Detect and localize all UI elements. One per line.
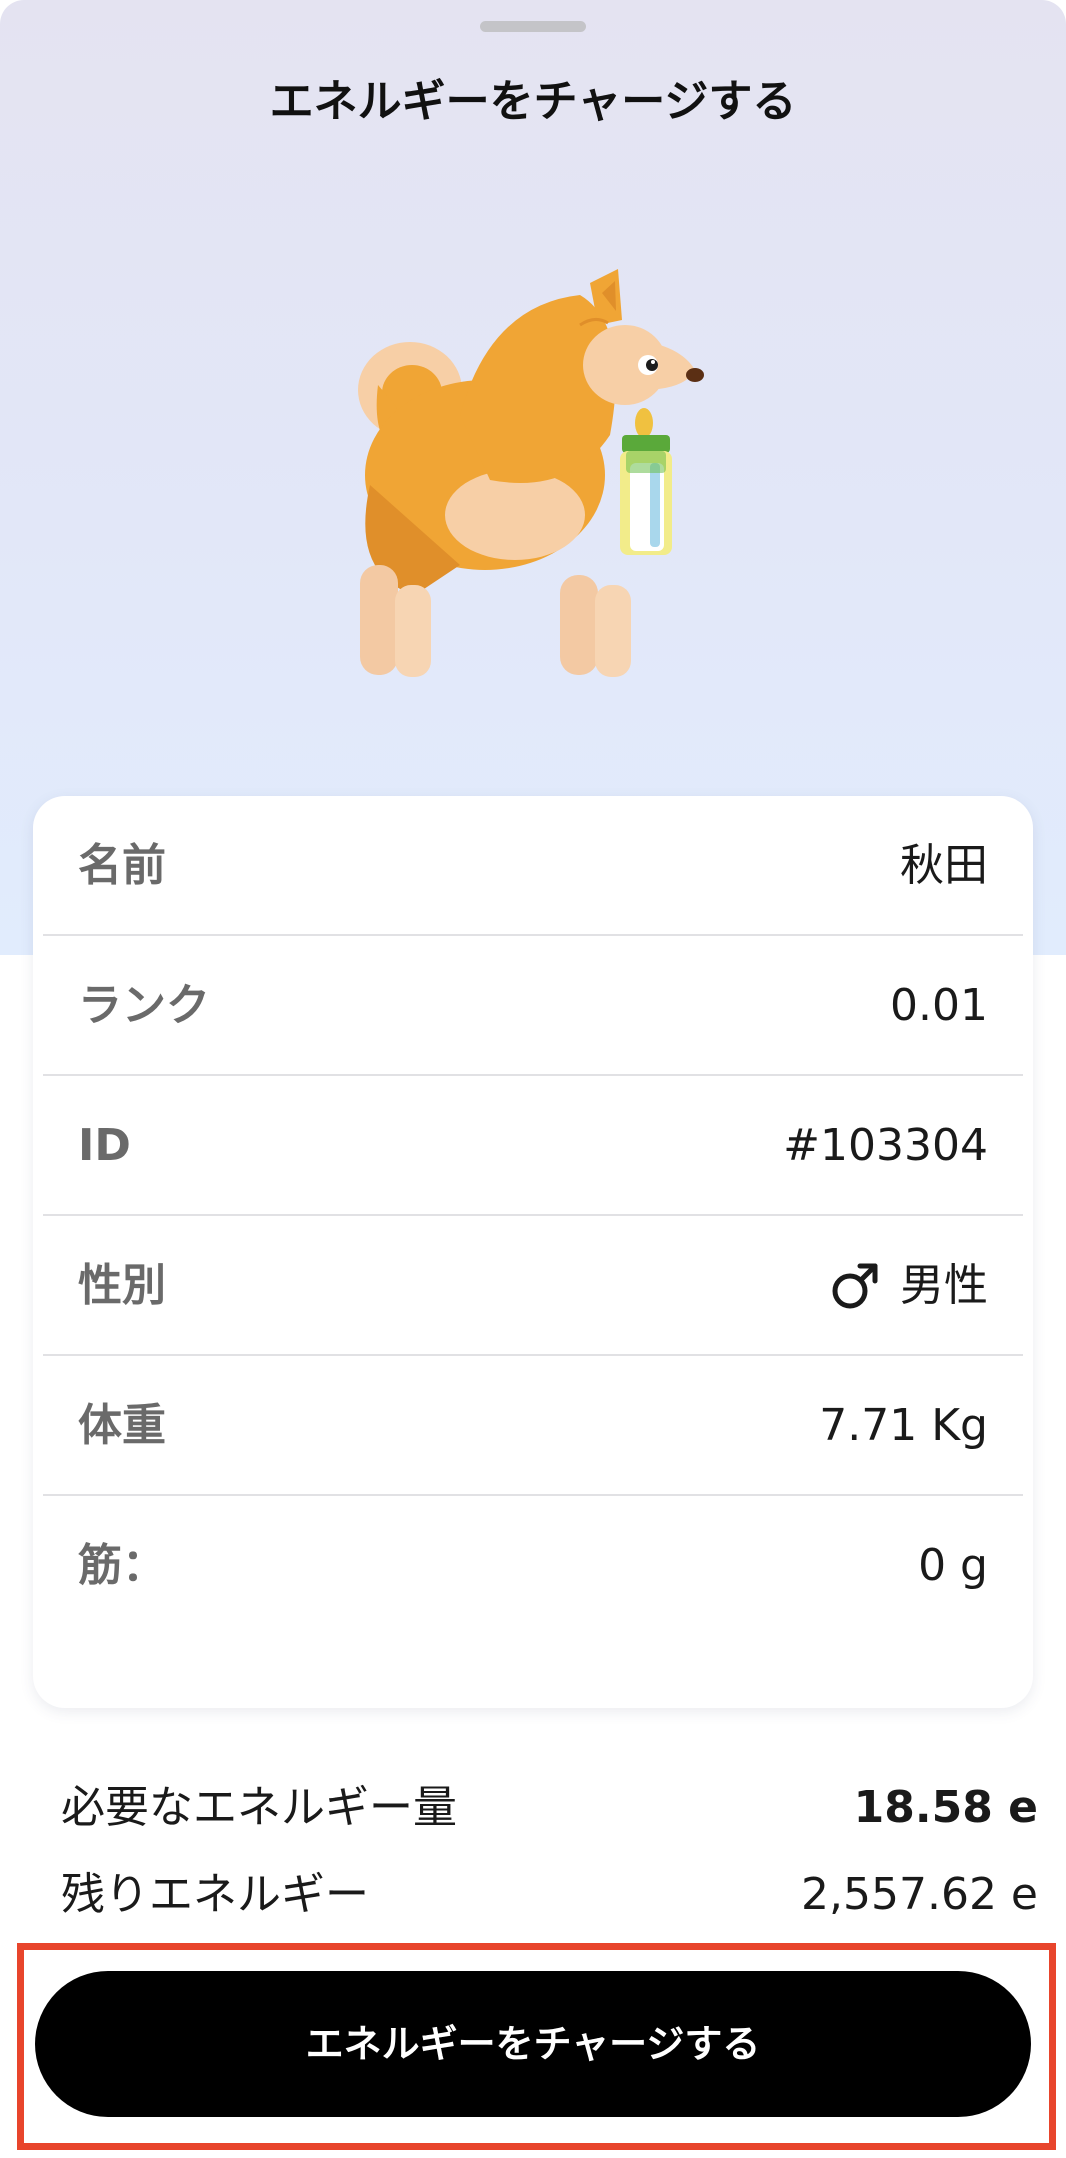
info-value-muscle: 0 g	[918, 1496, 988, 1636]
info-label-rank: ランク	[78, 980, 210, 1031]
id-value: #103304	[783, 1120, 988, 1171]
info-label-weight: 体重	[78, 1400, 166, 1451]
info-label-name: 名前	[78, 840, 166, 891]
info-value-id: #103304	[783, 1076, 988, 1216]
male-symbol-icon	[832, 1263, 878, 1309]
required-energy-line: 必要なエネルギー量 18.58 e	[61, 1778, 1038, 1838]
info-row-muscle: 筋： 0 g	[43, 1496, 1023, 1636]
sheet-title: エネルギーをチャージする	[269, 76, 797, 127]
remaining-energy-line: 残りエネルギー 2,557.62 e	[61, 1865, 1038, 1925]
info-value-gender: 男性	[830, 1216, 988, 1356]
gender-value: 男性	[900, 1260, 988, 1311]
info-label-gender: 性別	[78, 1260, 166, 1311]
weight-value: 7.71 Kg	[819, 1400, 988, 1451]
remaining-energy-value: 2,557.62 e	[801, 1869, 1038, 1920]
info-row-gender: 性別 男性	[43, 1216, 1023, 1356]
pet-name-value: 秋田	[900, 840, 988, 891]
info-row-id: ID #103304	[43, 1076, 1023, 1216]
charge-energy-button[interactable]: エネルギーをチャージする	[35, 1971, 1031, 2117]
required-energy-value: 18.58 e	[853, 1782, 1038, 1833]
info-value-rank: 0.01	[890, 936, 988, 1076]
info-label-muscle: 筋：	[78, 1540, 166, 1591]
shiba-dog-with-bottle-illustration	[358, 269, 704, 677]
required-energy-label: 必要なエネルギー量	[61, 1782, 457, 1833]
remaining-energy-label: 残りエネルギー	[61, 1869, 369, 1920]
sheet-drag-handle[interactable]	[480, 21, 586, 32]
info-label-id: ID	[78, 1120, 131, 1171]
info-value-weight: 7.71 Kg	[819, 1356, 988, 1496]
muscle-value: 0 g	[918, 1540, 988, 1591]
pet-info-card: 名前 秋田 ランク 0.01 ID #103304 性別 男性 体重 7.71 …	[33, 796, 1033, 1708]
info-row-name: 名前 秋田	[43, 796, 1023, 936]
info-row-weight: 体重 7.71 Kg	[43, 1356, 1023, 1496]
info-value-name: 秋田	[900, 796, 988, 936]
rank-value: 0.01	[890, 980, 988, 1031]
info-row-rank: ランク 0.01	[43, 936, 1023, 1076]
